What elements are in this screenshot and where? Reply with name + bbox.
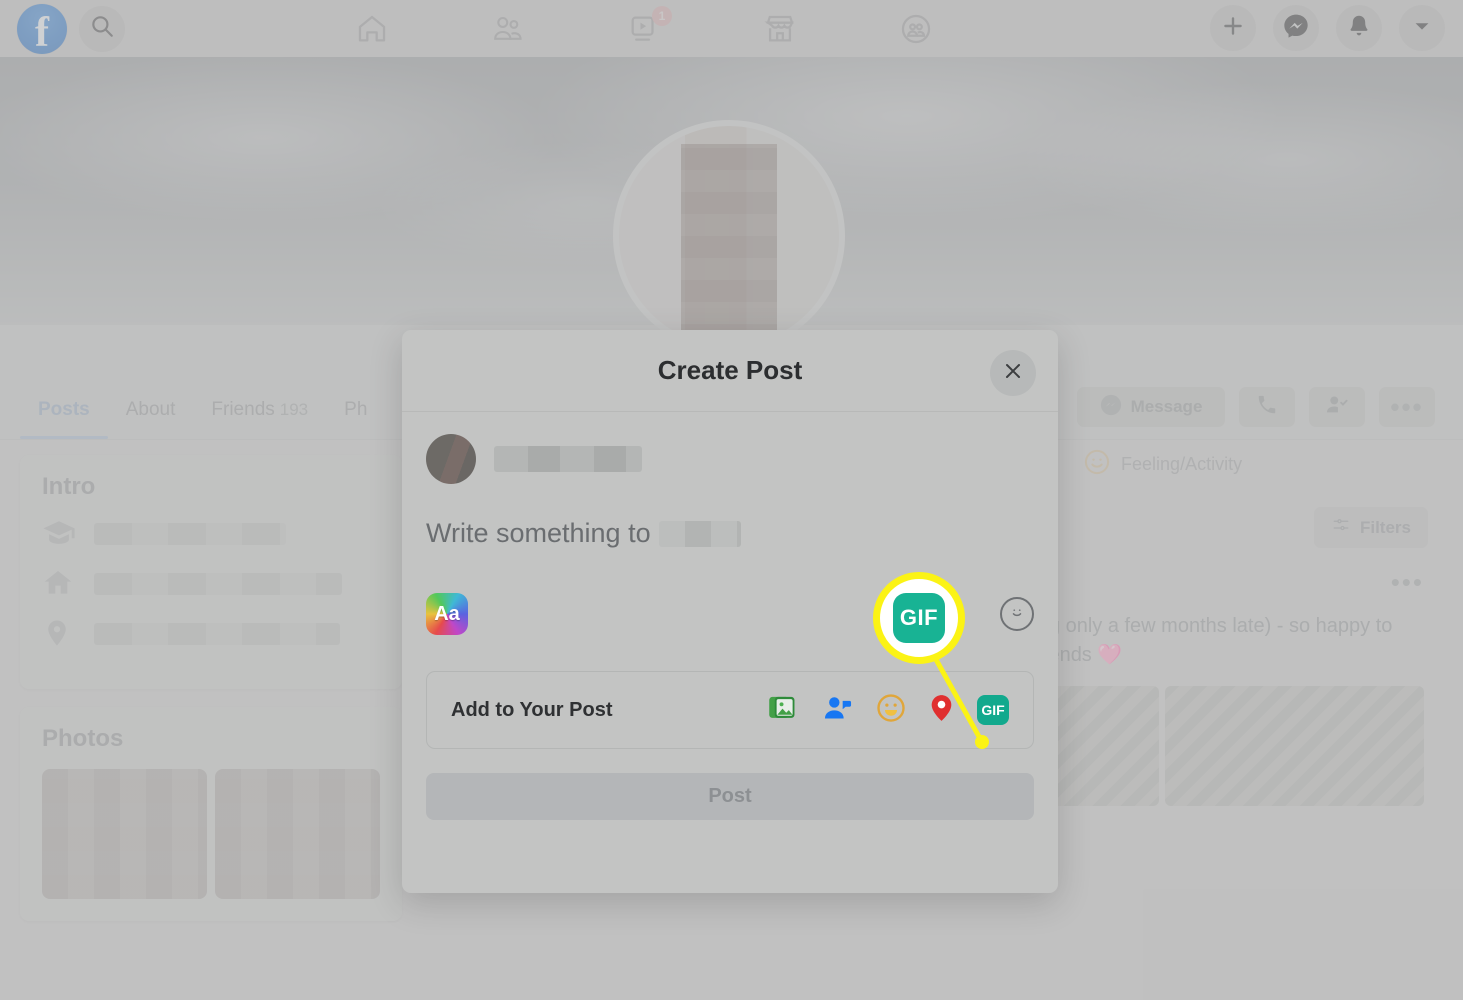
message-button-label: Message	[1130, 397, 1203, 416]
profile-tabs: Posts About Friends 193 Ph	[20, 377, 385, 439]
bell-icon	[1346, 13, 1372, 44]
dialog-header: Create Post	[402, 330, 1058, 412]
facebook-logo-letter: f	[35, 9, 49, 56]
nav-center-icons: 1	[350, 0, 938, 57]
intro-row-location	[42, 617, 380, 651]
composer-placeholder: Write something to	[426, 518, 651, 548]
chevron-down-icon	[1411, 15, 1433, 42]
profile-avatar[interactable]	[613, 120, 845, 352]
post-author-row	[402, 412, 1058, 484]
author-avatar[interactable]	[426, 434, 476, 484]
close-icon	[1001, 359, 1025, 388]
nav-right-icons	[1210, 5, 1445, 51]
tag-people-icon[interactable]	[822, 693, 854, 728]
intro-education-text	[94, 523, 286, 545]
profile-more-button[interactable]: •••	[1379, 387, 1435, 427]
watch-badge: 1	[652, 5, 672, 26]
facebook-logo[interactable]: f	[17, 3, 67, 56]
create-button[interactable]	[1210, 5, 1256, 51]
left-sidebar: Intro Photos	[20, 455, 402, 939]
photos-grid	[42, 769, 380, 899]
composer-feeling-activity[interactable]: Feeling/Activity	[1083, 448, 1242, 481]
home-icon	[42, 567, 76, 601]
tab-photos[interactable]: Ph	[326, 399, 385, 439]
filters-label: Filters	[1359, 517, 1411, 537]
ellipsis-icon: •••	[1390, 391, 1424, 422]
call-button[interactable]	[1239, 387, 1295, 427]
phone-icon	[1256, 394, 1278, 421]
intro-title: Intro	[42, 473, 96, 500]
friend-check-icon	[1325, 394, 1349, 421]
tab-friends[interactable]: Friends 193	[193, 399, 326, 439]
tab-friends-count: 193	[279, 400, 309, 419]
search-icon	[89, 13, 115, 44]
post-submit-button[interactable]: Post	[426, 773, 1034, 820]
intro-card: Intro	[20, 455, 402, 689]
intro-row-education	[42, 517, 380, 551]
photo-video-icon[interactable]	[768, 693, 800, 728]
gif-highlight-callout: GIF	[873, 572, 965, 664]
photo-thumb[interactable]	[42, 769, 207, 899]
text-style-label: Aa	[434, 602, 460, 625]
photo-thumb[interactable]	[215, 769, 380, 899]
top-navigation-bar: f 1	[0, 0, 1463, 57]
search-button[interactable]	[79, 5, 125, 52]
composer-feeling-label: Feeling/Activity	[1121, 454, 1243, 474]
tab-photos-label: Ph	[344, 399, 368, 420]
graduation-cap-icon	[42, 517, 76, 551]
author-name-redacted	[494, 446, 642, 472]
nav-marketplace-button[interactable]	[758, 7, 802, 51]
gif-highlight-label: GIF	[899, 605, 939, 630]
photos-title: Photos	[42, 725, 124, 752]
add-to-post-label: Add to Your Post	[451, 698, 613, 721]
account-menu-button[interactable]	[1399, 5, 1445, 51]
composer-recipient-redacted	[658, 520, 741, 547]
messenger-icon	[1282, 12, 1310, 45]
nav-groups-button[interactable]	[894, 7, 938, 51]
tab-posts[interactable]: Posts	[20, 399, 108, 439]
post-more-button[interactable]: •••	[1391, 568, 1424, 595]
close-dialog-button[interactable]	[990, 350, 1036, 396]
location-pin-icon	[42, 617, 76, 651]
intro-home-text	[94, 573, 342, 595]
gif-icon-highlighted: GIF	[893, 593, 945, 643]
message-button[interactable]: Message	[1077, 387, 1225, 427]
feeling-activity-icon	[1083, 448, 1111, 481]
text-style-button[interactable]: Aa	[426, 593, 468, 635]
nav-watch-button[interactable]: 1	[622, 5, 672, 51]
tab-posts-label: Posts	[38, 399, 90, 420]
messenger-icon	[1100, 394, 1122, 421]
filters-icon	[1331, 516, 1351, 539]
tab-about-label: About	[125, 399, 176, 420]
nav-friends-button[interactable]	[486, 7, 530, 51]
post-composer-input[interactable]: Write something to	[402, 484, 1058, 549]
tab-about[interactable]: About	[108, 399, 194, 439]
photos-card: Photos	[20, 707, 402, 921]
post-image[interactable]	[1165, 686, 1425, 806]
dialog-title: Create Post	[657, 355, 803, 385]
intro-row-home	[42, 567, 380, 601]
filters-button[interactable]: Filters	[1313, 507, 1428, 548]
nav-home-button[interactable]	[350, 7, 394, 51]
plus-icon	[1220, 13, 1246, 44]
intro-location-text	[94, 623, 340, 645]
tab-friends-label: Friends	[211, 399, 275, 420]
friend-status-button[interactable]	[1309, 387, 1365, 427]
notifications-button[interactable]	[1336, 5, 1382, 51]
profile-action-buttons: Message •••	[1077, 387, 1435, 427]
screen: Posts About Friends 193 Ph Message ••• I…	[0, 0, 1463, 1000]
messenger-button[interactable]	[1273, 5, 1319, 51]
post-submit-label: Post	[708, 785, 752, 807]
